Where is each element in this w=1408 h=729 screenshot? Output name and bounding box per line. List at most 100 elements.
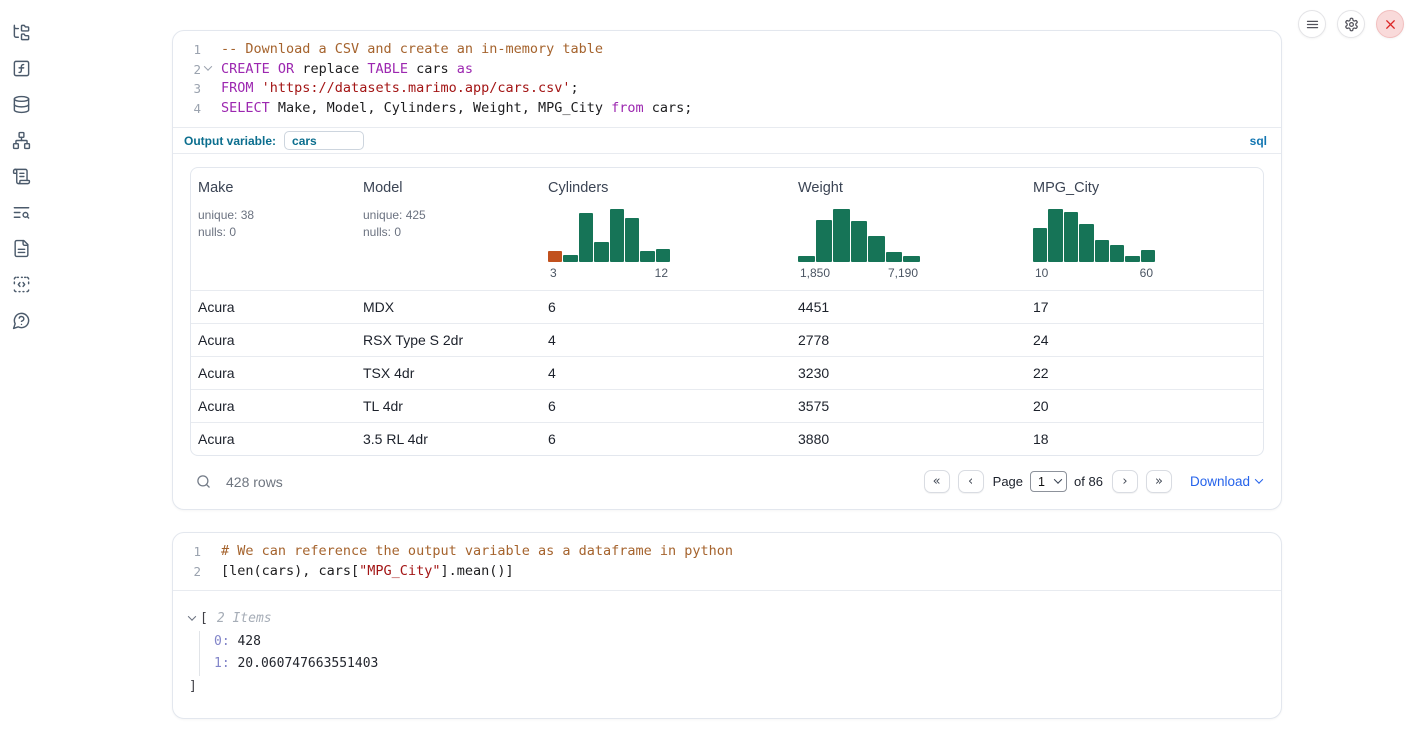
column-histogram[interactable]: 1,8507,190: [798, 209, 1026, 280]
sidebar-snippet-icon[interactable]: [4, 275, 38, 294]
menu-button[interactable]: [1298, 10, 1326, 38]
column-histogram[interactable]: 1060: [1033, 209, 1263, 280]
table-row[interactable]: AcuraTL 4dr6357520: [191, 389, 1263, 422]
column-name: Model: [363, 180, 541, 196]
page-select[interactable]: 1: [1030, 471, 1067, 492]
histogram-bar[interactable]: [868, 236, 885, 263]
table-cell: 6: [541, 299, 791, 315]
settings-button[interactable]: [1337, 10, 1365, 38]
last-page-button[interactable]: »: [1146, 470, 1172, 493]
table-footer: 428 rows « ‹ Page 1 of 86 › » Do: [190, 462, 1264, 497]
sidebar: [0, 0, 42, 729]
column-header-cylinders[interactable]: Cylinders312: [541, 168, 791, 290]
histogram-bar[interactable]: [903, 256, 920, 262]
table-row[interactable]: AcuraRSX Type S 2dr4277824: [191, 323, 1263, 356]
table-row[interactable]: AcuraTSX 4dr4323022: [191, 356, 1263, 389]
table-cell: 18: [1026, 431, 1263, 447]
code-line[interactable]: 4SELECT Make, Model, Cylinders, Weight, …: [173, 99, 1281, 119]
table-cell: 24: [1026, 332, 1263, 348]
line-number: 1: [173, 542, 201, 562]
download-button[interactable]: Download: [1190, 474, 1262, 489]
next-page-button[interactable]: ›: [1112, 470, 1138, 493]
chevron-down-icon: [188, 613, 196, 621]
histogram-bar[interactable]: [656, 249, 670, 262]
sidebar-file-tree-icon[interactable]: [4, 23, 38, 42]
sidebar-help-icon[interactable]: [4, 311, 38, 330]
sidebar-scroll-icon[interactable]: [4, 167, 38, 186]
code-line[interactable]: 1# We can reference the output variable …: [173, 542, 1281, 562]
code-line[interactable]: 2CREATE OR replace TABLE cars as: [173, 60, 1281, 80]
histogram-bar[interactable]: [1125, 256, 1139, 262]
column-header-mpg_city[interactable]: MPG_City 1060: [1026, 168, 1263, 290]
table-cell: 2778: [791, 332, 1026, 348]
search-icon: [196, 474, 211, 489]
histogram-bar[interactable]: [548, 251, 562, 262]
histogram-bar[interactable]: [579, 213, 593, 262]
tree-entry-key: 1:: [214, 656, 230, 671]
tree-collapse-toggle[interactable]: [ 2 Items: [189, 608, 1265, 631]
tree-items-count: 2 Items: [217, 608, 272, 631]
output-variable-label: Output variable:: [184, 134, 276, 148]
gear-icon: [1344, 17, 1359, 32]
table-cell: Acura: [191, 332, 356, 348]
chevron-down-icon: [1255, 475, 1263, 483]
notebook: 1-- Download a CSV and create an in-memo…: [172, 0, 1282, 719]
table-cell: TL 4dr: [356, 398, 541, 414]
histogram-bar[interactable]: [563, 255, 577, 262]
histogram-bar[interactable]: [1095, 240, 1109, 262]
language-badge[interactable]: sql: [1250, 134, 1267, 148]
sidebar-network-icon[interactable]: [4, 131, 38, 150]
line-number: 4: [173, 99, 201, 119]
table-row[interactable]: Acura3.5 RL 4dr6388018: [191, 422, 1263, 455]
tree-entry-value: 428: [230, 634, 261, 649]
histogram-bar[interactable]: [1033, 228, 1047, 262]
table-cell: MDX: [356, 299, 541, 315]
prev-page-button[interactable]: ‹: [958, 470, 984, 493]
column-header-make[interactable]: Makeunique: 38nulls: 0: [191, 168, 356, 290]
histogram-bar[interactable]: [1064, 212, 1078, 262]
histogram-bar[interactable]: [1141, 250, 1155, 262]
fold-chevron-icon[interactable]: [203, 62, 211, 70]
column-header-weight[interactable]: Weight1,8507,190: [791, 168, 1026, 290]
histogram-bar[interactable]: [851, 221, 868, 262]
histogram-bar[interactable]: [798, 256, 815, 262]
column-name: MPG_City: [1033, 180, 1263, 196]
table-cell: TSX 4dr: [356, 365, 541, 381]
output-variable-input[interactable]: [284, 131, 364, 150]
histogram-bar[interactable]: [640, 251, 654, 262]
column-header-model[interactable]: Model unique: 425nulls: 0: [356, 168, 541, 290]
column-histogram[interactable]: 312: [548, 209, 791, 280]
table-row[interactable]: AcuraMDX6445117: [191, 290, 1263, 323]
code-line[interactable]: 1-- Download a CSV and create an in-memo…: [173, 40, 1281, 60]
code-line[interactable]: 2[len(cars), cars["MPG_City"].mean()]: [173, 562, 1281, 582]
list-output-tree: [ 2 Items 0: 4281: 20.060747663551403 ]: [173, 591, 1281, 718]
download-label: Download: [1190, 474, 1250, 489]
histogram-bar[interactable]: [886, 252, 903, 262]
sidebar-function-icon[interactable]: [4, 59, 38, 78]
pagination: « ‹ Page 1 of 86 › » Download: [924, 470, 1262, 493]
table-cell: Acura: [191, 365, 356, 381]
sql-code-editor[interactable]: 1-- Download a CSV and create an in-memo…: [173, 31, 1281, 127]
tree-entry: 0: 428: [214, 631, 1265, 654]
histogram-bar[interactable]: [816, 220, 833, 262]
sidebar-database-icon[interactable]: [4, 95, 38, 114]
sidebar-search-list-icon[interactable]: [4, 203, 38, 222]
histogram-bar[interactable]: [1110, 245, 1124, 262]
close-button[interactable]: [1376, 10, 1404, 38]
histogram-bar[interactable]: [625, 218, 639, 262]
search-button[interactable]: [196, 474, 211, 489]
page-select-wrap: 1: [1030, 471, 1067, 492]
code-line[interactable]: 3FROM 'https://datasets.marimo.app/cars.…: [173, 79, 1281, 99]
histogram-bar[interactable]: [1079, 224, 1093, 262]
table-header: Makeunique: 38nulls: 0 Model unique: 425nu…: [191, 168, 1263, 290]
sidebar-document-icon[interactable]: [4, 239, 38, 258]
table-cell: 3.5 RL 4dr: [356, 431, 541, 447]
first-page-button[interactable]: «: [924, 470, 950, 493]
histogram-bar[interactable]: [1048, 209, 1062, 262]
histogram-bar[interactable]: [833, 209, 850, 262]
column-stats: unique: 425nulls: 0: [363, 207, 541, 240]
histogram-bar[interactable]: [610, 209, 624, 262]
tree-entries: 0: 4281: 20.060747663551403: [199, 631, 1265, 676]
histogram-bar[interactable]: [594, 242, 608, 262]
python-code-editor[interactable]: 1# We can reference the output variable …: [173, 533, 1281, 590]
